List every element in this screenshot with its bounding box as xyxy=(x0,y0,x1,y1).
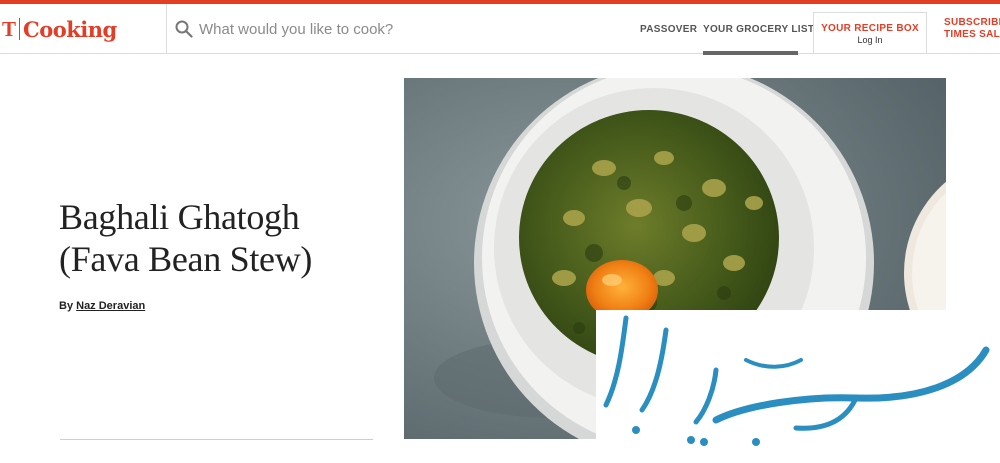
title-divider xyxy=(60,439,373,440)
recipe-title: Baghali Ghatogh (Fava Bean Stew) xyxy=(59,197,313,279)
brand-name: Cooking xyxy=(23,16,117,42)
subscribe-line-2: TIMES SALE xyxy=(944,29,1000,40)
nav-grocery-list[interactable]: YOUR GROCERY LIST xyxy=(703,4,814,55)
subscribe-link[interactable]: SUBSCRIBE: TIMES SALE xyxy=(944,17,1000,41)
recipe-byline: By Naz Deravian xyxy=(59,300,145,312)
recipe-box-title: YOUR RECIPE BOX xyxy=(821,23,919,34)
author-link[interactable]: Naz Deravian xyxy=(76,300,145,312)
subscribe-line-1: SUBSCRIBE: xyxy=(944,17,1000,28)
recipe-box-login: Log In xyxy=(857,35,883,45)
logo-divider xyxy=(19,18,21,40)
watermark-calligraphy xyxy=(603,315,990,446)
search-icon[interactable] xyxy=(175,20,193,38)
watermark-overlay xyxy=(596,310,1000,463)
search-bar[interactable] xyxy=(167,4,627,54)
byline-prefix: By xyxy=(59,300,74,312)
nyt-cooking-logo[interactable]: T Cooking xyxy=(0,4,167,54)
search-input[interactable] xyxy=(199,20,599,38)
site-header: T Cooking PASSOVER YOUR GROCERY LIST YOU… xyxy=(0,4,1000,55)
nav-passover[interactable]: PASSOVER xyxy=(640,4,697,54)
nyt-t-logo-icon: T xyxy=(2,16,17,41)
recipe-box-button[interactable]: YOUR RECIPE BOX Log In xyxy=(813,12,927,54)
